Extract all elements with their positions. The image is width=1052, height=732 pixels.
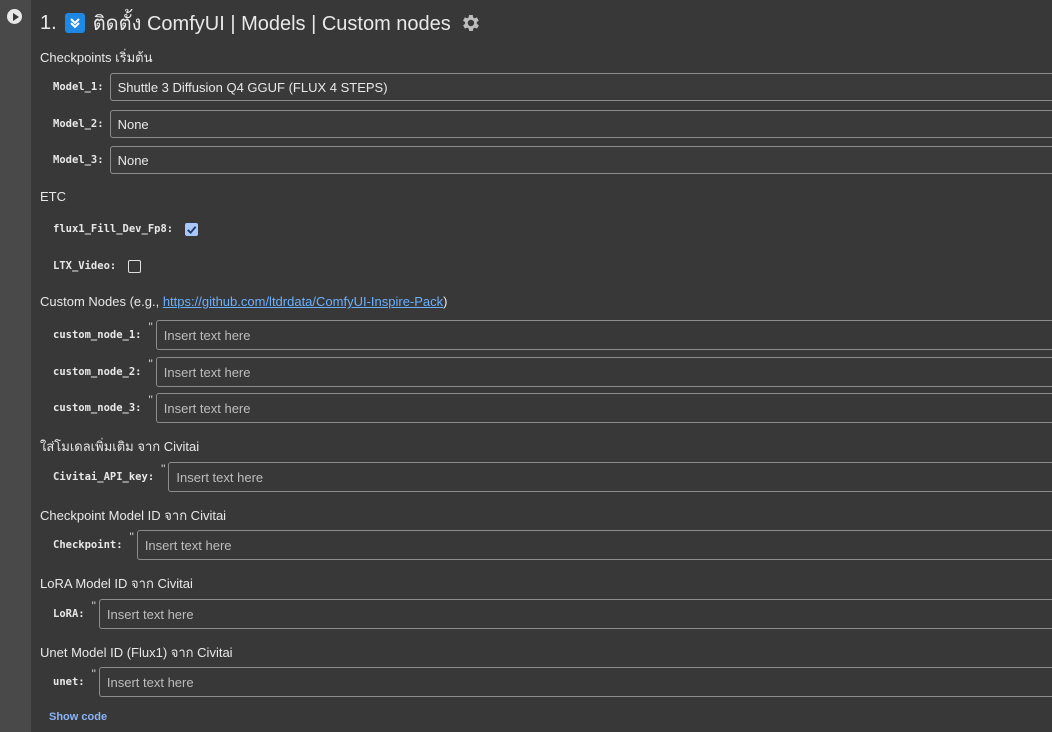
model-3-dropdown[interactable]: None — [109, 146, 1052, 174]
quote-mark: " — [148, 357, 153, 371]
cell-gutter — [0, 0, 31, 732]
custom-node-1-row: custom_node_1: " Insert text here — [53, 320, 1052, 350]
cell-title: 1. ติดตั้ง ComfyUI | Models | Custom nod… — [40, 9, 481, 37]
checkpoint-input[interactable]: Insert text here — [136, 530, 1052, 560]
lora-placeholder: Insert text here — [106, 606, 194, 622]
model-1-row: Model_1: Shuttle 3 Diffusion Q4 GGUF (FL… — [53, 72, 1052, 102]
custom-node-1-input[interactable]: Insert text here — [155, 320, 1052, 350]
custom-node-2-row: custom_node_2: " Insert text here — [53, 357, 1052, 387]
custom-node-1-label: custom_node_1: — [53, 329, 142, 341]
etc-heading: ETC — [40, 189, 66, 204]
inspire-pack-link[interactable]: https://github.com/ltdrdata/ComfyUI-Insp… — [163, 294, 443, 309]
unet-row: unet: " Insert text here — [53, 667, 1052, 697]
checkpoint-label: Checkpoint: — [53, 539, 123, 551]
show-code-link[interactable]: Show code — [49, 711, 107, 723]
civitai-api-key-label: Civitai_API_key: — [53, 471, 155, 483]
quote-mark: " — [148, 393, 153, 407]
play-circle-icon — [12, 12, 19, 21]
title-number: 1. — [40, 11, 57, 34]
checkpoint-id-heading: Checkpoint Model ID จาก Civitai — [40, 508, 227, 523]
model-1-label: Model_1: — [53, 81, 104, 93]
custom-node-1-placeholder: Insert text here — [163, 327, 251, 343]
quote-mark: " — [148, 320, 153, 334]
ltx-video-row: LTX_Video: — [53, 251, 1052, 281]
ltx-video-checkbox[interactable] — [128, 259, 142, 273]
gear-icon — [459, 12, 481, 34]
unet-input[interactable]: Insert text here — [98, 667, 1052, 697]
civitai-api-key-row: Civitai_API_key: " Insert text here — [53, 462, 1052, 492]
ltx-video-label: LTX_Video: — [53, 260, 117, 272]
custom-nodes-heading: Custom Nodes (e.g., https://github.com/l… — [40, 294, 448, 309]
checkmark-icon — [187, 225, 197, 234]
civitai-api-key-input[interactable]: Insert text here — [168, 462, 1052, 492]
custom-nodes-heading-prefix: Custom Nodes (e.g., — [40, 294, 163, 309]
model-1-dropdown[interactable]: Shuttle 3 Diffusion Q4 GGUF (FLUX 4 STEP… — [109, 73, 1052, 101]
custom-node-2-input[interactable]: Insert text here — [155, 357, 1052, 387]
custom-node-2-label: custom_node_2: — [53, 366, 142, 378]
model-3-label: Model_3: — [53, 154, 104, 166]
custom-node-3-placeholder: Insert text here — [163, 400, 251, 416]
model-3-value: None — [117, 152, 149, 168]
quote-mark: " — [91, 599, 96, 613]
lora-label: LoRA: — [53, 608, 85, 620]
lora-id-heading: LoRA Model ID จาก Civitai — [40, 576, 193, 591]
form-cell: 1. ติดตั้ง ComfyUI | Models | Custom nod… — [31, 0, 1052, 732]
checkpoint-row: Checkpoint: " Insert text here — [53, 530, 1052, 560]
checkpoints-heading: Checkpoints เริ่มต้น — [40, 50, 153, 65]
unet-placeholder: Insert text here — [106, 674, 194, 690]
lora-row: LoRA: " Insert text here — [53, 599, 1052, 629]
model-1-value: Shuttle 3 Diffusion Q4 GGUF (FLUX 4 STEP… — [117, 79, 388, 95]
custom-node-2-placeholder: Insert text here — [163, 364, 251, 380]
civitai-heading: ใส่โมเดลเพิ่มเติม จาก Civitai — [40, 439, 200, 454]
unet-label: unet: — [53, 676, 85, 688]
checkpoint-placeholder: Insert text here — [144, 537, 232, 553]
double-chevron-down-icon — [64, 13, 85, 33]
model-2-value: None — [117, 116, 149, 132]
custom-node-3-label: custom_node_3: — [53, 402, 142, 414]
run-cell-button[interactable] — [7, 9, 22, 24]
quote-mark: " — [161, 462, 166, 476]
custom-nodes-heading-suffix: ) — [443, 294, 448, 309]
custom-node-3-input[interactable]: Insert text here — [155, 393, 1052, 423]
flux-fill-checkbox[interactable] — [185, 222, 199, 236]
flux-fill-row: flux1_Fill_Dev_Fp8: — [53, 214, 1052, 244]
lora-input[interactable]: Insert text here — [98, 599, 1052, 629]
model-2-row: Model_2: None — [53, 109, 1052, 139]
flux-fill-label: flux1_Fill_Dev_Fp8: — [53, 223, 174, 235]
colab-page: 1. ติดตั้ง ComfyUI | Models | Custom nod… — [0, 0, 1052, 732]
unet-id-heading: Unet Model ID (Flux1) จาก Civitai — [40, 645, 233, 660]
custom-node-3-row: custom_node_3: " Insert text here — [53, 393, 1052, 423]
model-2-label: Model_2: — [53, 118, 104, 130]
quote-mark: " — [129, 530, 134, 544]
title-text: ติดตั้ง ComfyUI | Models | Custom nodes — [92, 13, 451, 35]
quote-mark: " — [91, 667, 96, 681]
model-3-row: Model_3: None — [53, 145, 1052, 175]
model-2-dropdown[interactable]: None — [109, 110, 1052, 138]
civitai-api-key-placeholder: Insert text here — [176, 469, 264, 485]
